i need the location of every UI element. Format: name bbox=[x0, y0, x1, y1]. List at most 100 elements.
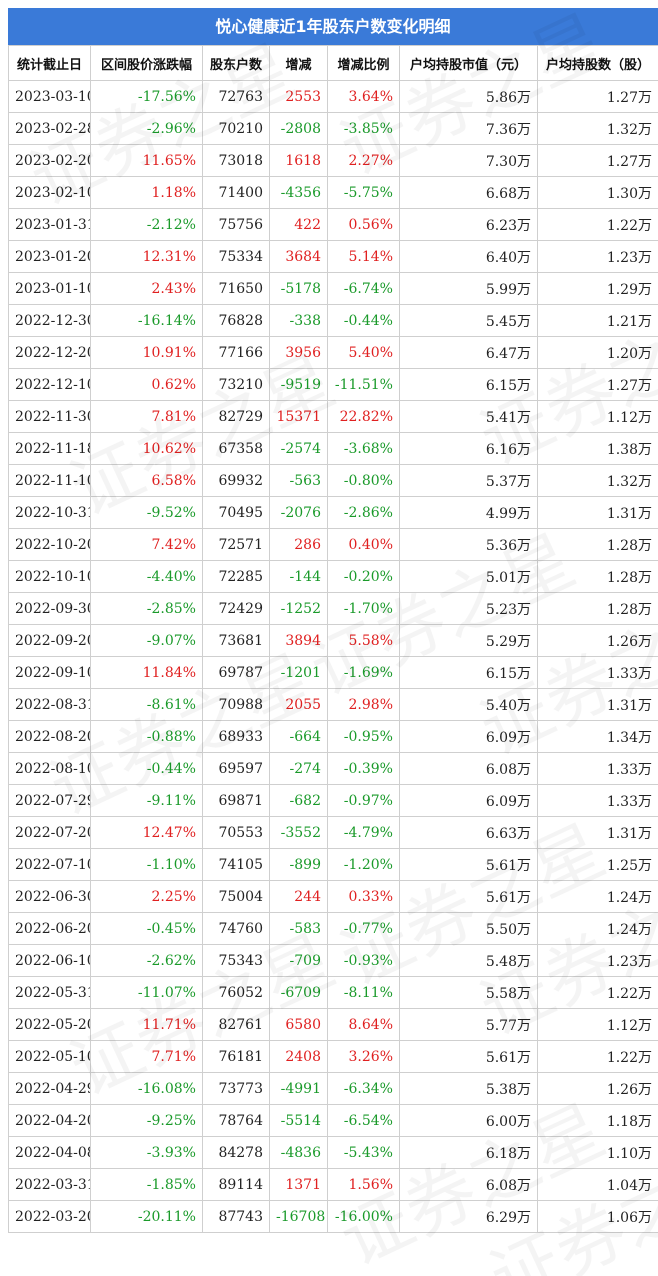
table-row: 2022-07-29 -9.11% 69871 -682 -0.97% 6.09万 1.33… bbox=[8, 784, 658, 817]
cell-price-change: -1.10% bbox=[90, 848, 203, 881]
cell-date: 2023-01-20 bbox=[8, 240, 91, 273]
cell-avg-shares: 1.38万 bbox=[537, 432, 658, 465]
cell-avg-shares: 1.20万 bbox=[537, 336, 658, 369]
cell-price-change: 11.84% bbox=[90, 656, 203, 689]
cell-change-ratio: 8.64% bbox=[327, 1008, 400, 1041]
table-row: 2022-12-20 10.91% 77166 3956 5.40% 6.47万 1.20万 bbox=[8, 336, 658, 369]
cell-change-ratio: -0.20% bbox=[327, 560, 400, 593]
cell-holders: 73773 bbox=[202, 1072, 270, 1105]
cell-change-ratio: 2.98% bbox=[327, 688, 400, 721]
cell-date: 2022-10-31 bbox=[8, 496, 91, 529]
col-header-avg-shares: 户均持股数（股） bbox=[537, 45, 658, 81]
cell-change-ratio: 3.26% bbox=[327, 1040, 400, 1073]
cell-avg-shares: 1.21万 bbox=[537, 304, 658, 337]
cell-price-change: 7.42% bbox=[90, 528, 203, 561]
cell-avg-value: 6.08万 bbox=[399, 752, 538, 785]
cell-change: 15371 bbox=[269, 400, 328, 433]
cell-date: 2022-08-31 bbox=[8, 688, 91, 721]
cell-avg-shares: 1.29万 bbox=[537, 272, 658, 305]
table-row: 2023-02-20 11.65% 73018 1618 2.27% 7.30万 1.27万 bbox=[8, 144, 658, 177]
cell-change-ratio: 5.58% bbox=[327, 624, 400, 657]
table-row: 2023-01-10 2.43% 71650 -5178 -6.74% 5.99万 1.29… bbox=[8, 272, 658, 305]
cell-holders: 75004 bbox=[202, 880, 270, 913]
cell-date: 2022-08-10 bbox=[8, 752, 91, 785]
cell-change-ratio: 0.56% bbox=[327, 208, 400, 241]
cell-change: -5514 bbox=[269, 1104, 328, 1137]
cell-change-ratio: 5.40% bbox=[327, 336, 400, 369]
cell-change: -338 bbox=[269, 304, 328, 337]
cell-change-ratio: -0.95% bbox=[327, 720, 400, 753]
cell-price-change: -1.85% bbox=[90, 1168, 203, 1201]
col-header-date: 统计截止日 bbox=[8, 45, 91, 81]
cell-holders: 73681 bbox=[202, 624, 270, 657]
cell-avg-value: 6.18万 bbox=[399, 1136, 538, 1169]
cell-change: -682 bbox=[269, 784, 328, 817]
cell-avg-shares: 1.24万 bbox=[537, 880, 658, 913]
cell-holders: 69787 bbox=[202, 656, 270, 689]
cell-price-change: 10.62% bbox=[90, 432, 203, 465]
cell-holders: 69597 bbox=[202, 752, 270, 785]
cell-change: -1252 bbox=[269, 592, 328, 625]
cell-price-change: 2.25% bbox=[90, 880, 203, 913]
cell-avg-value: 5.77万 bbox=[399, 1008, 538, 1041]
cell-avg-shares: 1.31万 bbox=[537, 688, 658, 721]
cell-avg-value: 5.40万 bbox=[399, 688, 538, 721]
cell-change-ratio: -5.75% bbox=[327, 176, 400, 209]
cell-date: 2023-02-28 bbox=[8, 112, 91, 145]
cell-holders: 73018 bbox=[202, 144, 270, 177]
cell-change-ratio: -0.80% bbox=[327, 464, 400, 497]
cell-avg-shares: 1.27万 bbox=[537, 368, 658, 401]
table-row: 2022-06-30 2.25% 75004 244 0.33% 5.61万 1.24万 bbox=[8, 880, 658, 913]
cell-avg-shares: 1.33万 bbox=[537, 784, 658, 817]
table-row: 2022-03-31 -1.85% 89114 1371 1.56% 6.08万 1.04万 bbox=[8, 1168, 658, 1201]
cell-price-change: -11.07% bbox=[90, 976, 203, 1009]
cell-change-ratio: -0.97% bbox=[327, 784, 400, 817]
cell-avg-value: 5.41万 bbox=[399, 400, 538, 433]
cell-date: 2022-04-08 bbox=[8, 1136, 91, 1169]
cell-avg-value: 4.99万 bbox=[399, 496, 538, 529]
table-row: 2022-03-20 -20.11% 87743 -16708 -16.00% 6.29万… bbox=[8, 1200, 658, 1233]
cell-avg-value: 5.01万 bbox=[399, 560, 538, 593]
cell-date: 2022-10-10 bbox=[8, 560, 91, 593]
col-header-holders: 股东户数 bbox=[202, 45, 270, 81]
table-row: 2022-09-10 11.84% 69787 -1201 -1.69% 6.15万 1.3… bbox=[8, 656, 658, 689]
cell-change: 286 bbox=[269, 528, 328, 561]
cell-change-ratio: -0.93% bbox=[327, 944, 400, 977]
cell-avg-value: 6.09万 bbox=[399, 784, 538, 817]
cell-price-change: 12.31% bbox=[90, 240, 203, 273]
cell-avg-shares: 1.28万 bbox=[537, 592, 658, 625]
cell-price-change: -20.11% bbox=[90, 1200, 203, 1233]
table-row: 2022-07-10 -1.10% 74105 -899 -1.20% 5.61万 1.25… bbox=[8, 848, 658, 881]
cell-avg-shares: 1.33万 bbox=[537, 752, 658, 785]
cell-change: -2076 bbox=[269, 496, 328, 529]
cell-avg-shares: 1.32万 bbox=[537, 112, 658, 145]
cell-price-change: 2.43% bbox=[90, 272, 203, 305]
cell-price-change: -0.88% bbox=[90, 720, 203, 753]
cell-price-change: -8.61% bbox=[90, 688, 203, 721]
cell-avg-shares: 1.22万 bbox=[537, 208, 658, 241]
cell-change: 2553 bbox=[269, 80, 328, 113]
cell-change-ratio: -16.00% bbox=[327, 1200, 400, 1233]
table-row: 2022-10-10 -4.40% 72285 -144 -0.20% 5.01万 1.28… bbox=[8, 560, 658, 593]
cell-holders: 68933 bbox=[202, 720, 270, 753]
cell-change: -6709 bbox=[269, 976, 328, 1009]
cell-holders: 70495 bbox=[202, 496, 270, 529]
cell-price-change: 0.62% bbox=[90, 368, 203, 401]
cell-holders: 71650 bbox=[202, 272, 270, 305]
cell-avg-value: 5.38万 bbox=[399, 1072, 538, 1105]
cell-holders: 72571 bbox=[202, 528, 270, 561]
cell-price-change: -9.52% bbox=[90, 496, 203, 529]
cell-avg-value: 6.00万 bbox=[399, 1104, 538, 1137]
cell-price-change: -9.11% bbox=[90, 784, 203, 817]
cell-change: -583 bbox=[269, 912, 328, 945]
cell-avg-value: 6.63万 bbox=[399, 816, 538, 849]
cell-change: -4991 bbox=[269, 1072, 328, 1105]
cell-date: 2022-05-31 bbox=[8, 976, 91, 1009]
cell-date: 2023-03-10 bbox=[8, 80, 91, 113]
cell-avg-shares: 1.23万 bbox=[537, 240, 658, 273]
table-row: 2022-04-08 -3.93% 84278 -4836 -5.43% 6.18万 1.1… bbox=[8, 1136, 658, 1169]
table-row: 2022-04-29 -16.08% 73773 -4991 -6.34% 5.38万 1.… bbox=[8, 1072, 658, 1105]
cell-holders: 74105 bbox=[202, 848, 270, 881]
cell-avg-value: 5.61万 bbox=[399, 1040, 538, 1073]
cell-holders: 70553 bbox=[202, 816, 270, 849]
